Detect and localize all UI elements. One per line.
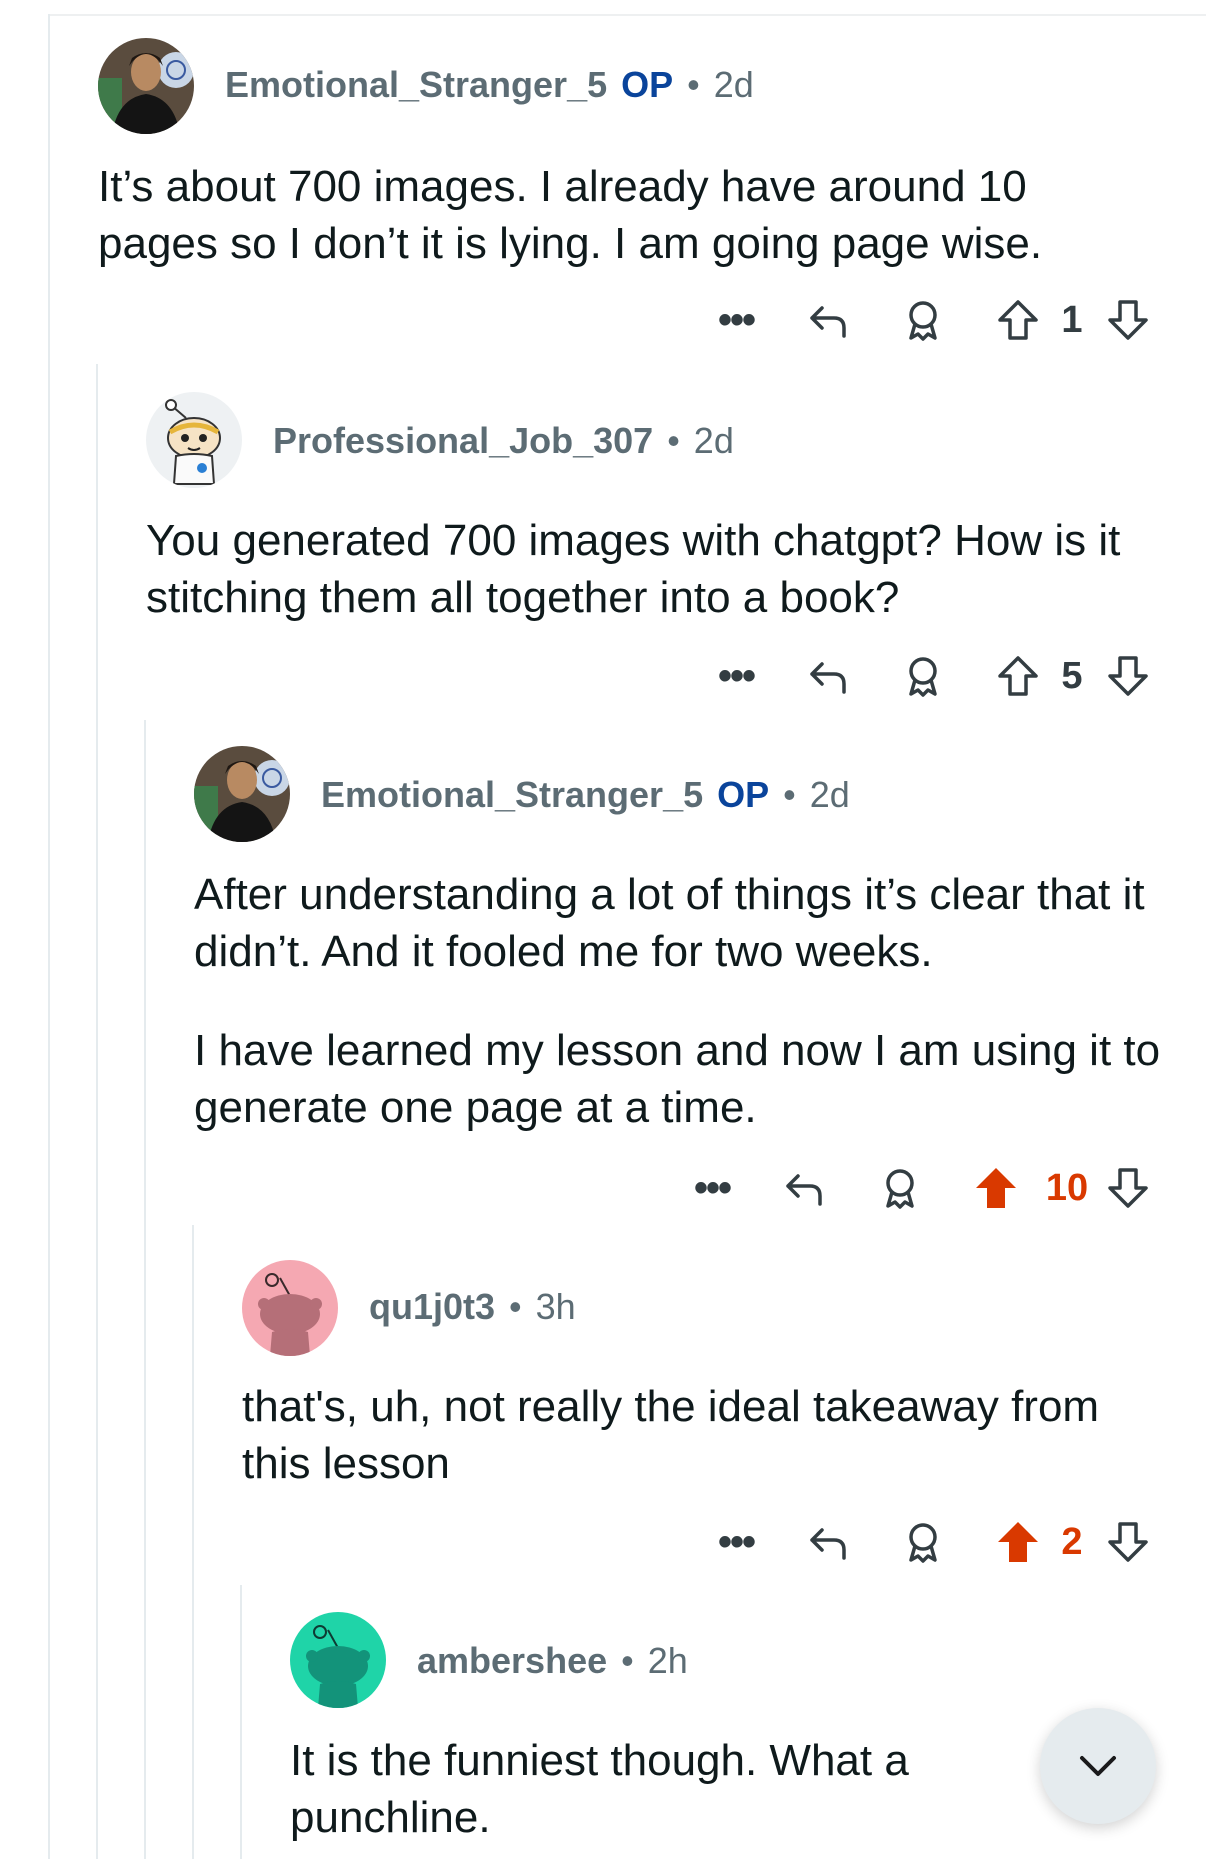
- downvote-arrow-icon[interactable]: [1100, 1160, 1156, 1216]
- author-name[interactable]: ambershee: [417, 1640, 607, 1682]
- separator: •: [687, 64, 700, 105]
- upvote-arrow-icon[interactable]: [990, 1514, 1046, 1570]
- comment-age: 2h: [647, 1640, 688, 1681]
- more-dots-icon[interactable]: •••: [684, 1160, 740, 1216]
- upvote-arrow-icon[interactable]: [968, 1160, 1024, 1216]
- vote-score: 5: [1061, 654, 1083, 697]
- default-snoo-icon: [242, 1260, 338, 1356]
- comment-paragraph: It’s about 700 images. I already have ar…: [98, 162, 1043, 268]
- profile-photo-icon: [194, 746, 290, 842]
- upvote-arrow-icon[interactable]: [990, 292, 1046, 348]
- action-bar: ••• 2: [0, 1514, 1206, 1570]
- more-dots-icon[interactable]: •••: [708, 292, 764, 348]
- vote-score: 10: [1045, 1166, 1089, 1209]
- downvote-arrow-icon[interactable]: [1100, 648, 1156, 704]
- op-badge: OP: [621, 64, 674, 105]
- comment-body: It is the funniest though. What a punchl…: [290, 1732, 1010, 1846]
- more-dots-icon[interactable]: •••: [708, 648, 764, 704]
- comment-age: 3h: [535, 1286, 576, 1327]
- profile-photo-icon: [98, 38, 194, 134]
- avatar[interactable]: [98, 38, 194, 134]
- thread-line-level-2[interactable]: [96, 364, 98, 1859]
- award-icon[interactable]: [895, 648, 951, 704]
- author-name[interactable]: Emotional_Stranger_5: [225, 64, 607, 106]
- thread-line-level-3[interactable]: [144, 720, 146, 1859]
- award-icon[interactable]: [895, 292, 951, 348]
- avatar[interactable]: [194, 746, 290, 842]
- award-icon[interactable]: [895, 1514, 951, 1570]
- comment-body: that's, uh, not really the ideal takeawa…: [242, 1378, 1122, 1492]
- action-bar: ••• 10: [0, 1160, 1206, 1216]
- vote-score: 2: [1061, 1520, 1083, 1563]
- comment-body: You generated 700 images with chatgpt? H…: [146, 512, 1156, 626]
- snoo-avatar-icon: [146, 392, 242, 488]
- separator: •: [783, 774, 796, 815]
- default-snoo-icon: [290, 1612, 386, 1708]
- reply-arrow-icon[interactable]: [800, 648, 856, 704]
- author-name[interactable]: Emotional_Stranger_5: [321, 774, 703, 816]
- separator: •: [667, 420, 680, 461]
- author-name[interactable]: Professional_Job_307: [273, 420, 653, 462]
- reply-arrow-icon[interactable]: [800, 1514, 856, 1570]
- comment-age: 2d: [693, 420, 734, 461]
- thread-line-level-1[interactable]: [48, 14, 50, 1859]
- author-name[interactable]: qu1j0t3: [369, 1286, 495, 1328]
- top-divider: [48, 14, 1206, 16]
- comment-age: 2d: [713, 64, 754, 105]
- comment-paragraph: After understanding a lot of things it’s…: [194, 870, 1145, 976]
- reply-arrow-icon[interactable]: [800, 292, 856, 348]
- action-bar: ••• 1: [0, 292, 1206, 348]
- avatar[interactable]: [146, 392, 242, 488]
- thread-line-level-5[interactable]: [240, 1585, 242, 1859]
- vote-score: 1: [1061, 298, 1083, 341]
- comment-body: It’s about 700 images. I already have ar…: [98, 158, 1158, 272]
- separator: •: [621, 1640, 634, 1681]
- next-comment-button[interactable]: [1040, 1708, 1156, 1824]
- comment-paragraph: You generated 700 images with chatgpt? H…: [146, 516, 1121, 622]
- separator: •: [509, 1286, 522, 1327]
- reply-arrow-icon[interactable]: [776, 1160, 832, 1216]
- action-bar: ••• 5: [0, 648, 1206, 704]
- op-badge: OP: [717, 774, 770, 815]
- comment-body: After understanding a lot of things it’s…: [194, 866, 1169, 1136]
- avatar[interactable]: [242, 1260, 338, 1356]
- comment-age: 2d: [809, 774, 850, 815]
- comment-paragraph: I have learned my lesson and now I am us…: [194, 1026, 1161, 1132]
- upvote-arrow-icon[interactable]: [990, 648, 1046, 704]
- comment-paragraph: It is the funniest though. What a punchl…: [290, 1736, 909, 1842]
- chevron-down-icon: [1080, 1756, 1116, 1776]
- comment-paragraph: that's, uh, not really the ideal takeawa…: [242, 1382, 1100, 1488]
- award-icon[interactable]: [872, 1160, 928, 1216]
- more-dots-icon[interactable]: •••: [708, 1514, 764, 1570]
- downvote-arrow-icon[interactable]: [1100, 1514, 1156, 1570]
- avatar[interactable]: [290, 1612, 386, 1708]
- downvote-arrow-icon[interactable]: [1100, 292, 1156, 348]
